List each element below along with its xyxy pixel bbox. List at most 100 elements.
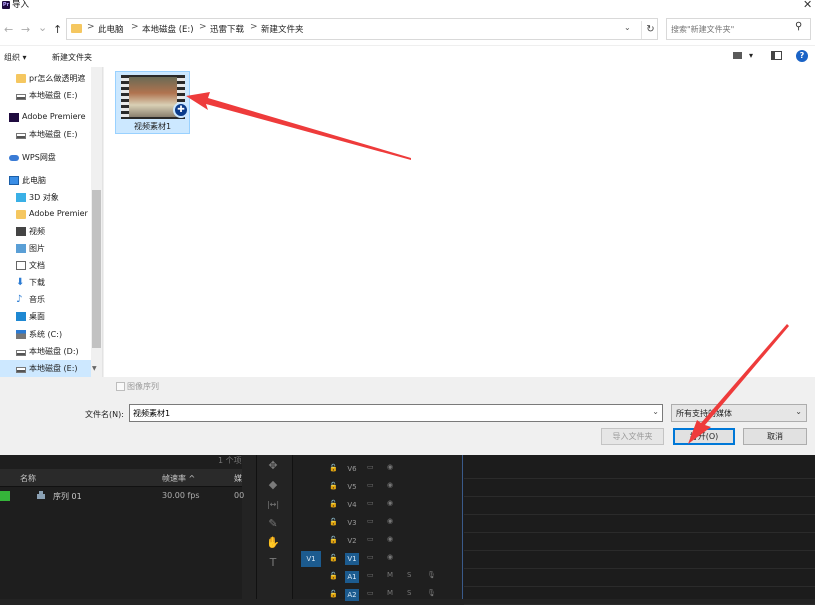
breadcrumb-new-folder[interactable]: 新建文件夹 (261, 23, 304, 35)
mute-icon[interactable]: M (387, 589, 393, 597)
scroll-down-icon[interactable]: ▼ (92, 365, 97, 372)
sidebar-item[interactable]: 3D 对象 (0, 189, 92, 206)
file-type-select[interactable]: 所有支持的媒体 ⌄ (671, 404, 807, 422)
filename-input[interactable] (133, 407, 643, 419)
sidebar-item[interactable]: 本地磁盘 (E:) (0, 87, 92, 104)
sidebar-item[interactable]: 本地磁盘 (E:) (0, 126, 92, 143)
up-arrow-icon[interactable]: ↑ (53, 23, 62, 36)
sync-lock-icon[interactable]: ▭ (367, 571, 374, 579)
source-patch-v1[interactable]: V1 (301, 551, 321, 567)
sidebar-item[interactable]: Adobe Premier (0, 206, 92, 223)
project-row[interactable]: 序列 01 30.00 fps 00 (0, 488, 244, 504)
view-options-icon[interactable] (733, 52, 742, 59)
sync-lock-icon[interactable]: ▭ (367, 499, 374, 507)
solo-icon[interactable]: S (407, 589, 411, 597)
sidebar-item[interactable]: 文档 (0, 257, 92, 274)
sidebar-item[interactable]: 图片 (0, 240, 92, 257)
column-media[interactable]: 媒 (234, 473, 242, 484)
pen-tool-icon[interactable]: ✎ (266, 518, 280, 530)
track-header[interactable]: 🔓 A1 ▭ M S 🎙 (293, 568, 463, 586)
sync-lock-icon[interactable]: ▭ (367, 535, 374, 543)
ripple-edit-tool-icon[interactable]: ◆ (266, 479, 280, 491)
preview-pane-icon[interactable] (771, 51, 782, 60)
search-icon[interactable]: ⚲ (795, 21, 802, 32)
eye-icon[interactable]: ◉ (387, 499, 393, 507)
cancel-button[interactable]: 取消 (743, 428, 807, 445)
sidebar-item[interactable]: Adobe Premiere (0, 109, 92, 126)
track-name[interactable]: V3 (345, 517, 359, 529)
sync-lock-icon[interactable]: ▭ (367, 463, 374, 471)
sidebar-item[interactable]: 本地磁盘 (D:) (0, 343, 92, 360)
track-name[interactable]: V6 (345, 463, 359, 475)
close-icon[interactable]: ✕ (803, 0, 812, 11)
sync-lock-icon[interactable]: ▭ (367, 517, 374, 525)
eye-icon[interactable]: ◉ (387, 481, 393, 489)
track-header[interactable]: 🔓 V6 ▭ ◉ (293, 460, 463, 478)
image-sequence-checkbox[interactable] (116, 382, 125, 391)
recent-locations-icon[interactable]: ⌄ (38, 21, 47, 34)
sidebar-item[interactable]: 系统 (C:) (0, 326, 92, 343)
lock-icon[interactable]: 🔓 (329, 464, 338, 472)
lock-icon[interactable]: 🔓 (329, 554, 338, 562)
chevron-down-icon[interactable]: ⌄ (652, 407, 659, 416)
search-box[interactable]: ⚲ (666, 18, 811, 40)
scrollbar-thumb[interactable] (92, 190, 101, 348)
track-name[interactable]: V5 (345, 481, 359, 493)
track-name[interactable]: A2 (345, 589, 359, 601)
mute-icon[interactable]: M (387, 571, 393, 579)
lock-icon[interactable]: 🔓 (329, 500, 338, 508)
eye-icon[interactable]: ◉ (387, 517, 393, 525)
lock-icon[interactable]: 🔓 (329, 482, 338, 490)
lock-icon[interactable]: 🔓 (329, 590, 338, 598)
track-header[interactable]: 🔓 A2 ▭ M S 🎙 (293, 586, 463, 604)
track-name[interactable]: V4 (345, 499, 359, 511)
back-arrow-icon[interactable]: ← (4, 23, 13, 36)
hand-tool-icon[interactable]: ✋ (266, 537, 280, 549)
file-item-video[interactable]: ✚ 视频素材1 (115, 71, 190, 134)
sidebar-scrollbar[interactable]: ▼ (91, 67, 102, 377)
address-bar[interactable]: > 此电脑 > 本地磁盘 (E:) > 迅雷下载 > 新建文件夹 ⌄ ↻ (66, 18, 658, 40)
slip-tool-icon[interactable]: |↔| (266, 499, 280, 511)
type-tool-icon[interactable]: T (266, 557, 280, 569)
refresh-icon[interactable]: ↻ (641, 21, 659, 39)
sidebar-item[interactable]: 桌面 (0, 308, 92, 325)
search-input[interactable] (671, 22, 791, 36)
sidebar-item[interactable]: ♪ 音乐 (0, 291, 92, 308)
timeline-track-area[interactable] (462, 455, 815, 599)
breadcrumb-drive-e[interactable]: 本地磁盘 (E:) (142, 23, 194, 35)
sidebar-item[interactable]: WPS网盘 (0, 149, 92, 166)
eye-icon[interactable]: ◉ (387, 553, 393, 561)
sidebar-item[interactable]: ⬇ 下载 (0, 274, 92, 291)
chevron-down-icon[interactable]: ⌄ (795, 407, 802, 416)
track-header[interactable]: 🔓 V4 ▭ ◉ (293, 496, 463, 514)
track-header[interactable]: 🔓 V5 ▭ ◉ (293, 478, 463, 496)
help-icon[interactable]: ? (796, 50, 808, 62)
new-folder-button[interactable]: 新建文件夹 (52, 52, 92, 63)
sidebar-item[interactable]: pr怎么做透明遮 (0, 70, 92, 87)
open-button[interactable]: 打开(O) (673, 428, 735, 445)
sidebar-item[interactable]: 本地磁盘 (E:) (0, 360, 92, 377)
track-name[interactable]: V1 (345, 553, 359, 565)
breadcrumb-this-pc[interactable]: 此电脑 (98, 23, 124, 35)
eye-icon[interactable]: ◉ (387, 535, 393, 543)
lock-icon[interactable]: 🔓 (329, 572, 338, 580)
sync-lock-icon[interactable]: ▭ (367, 553, 374, 561)
chevron-down-icon[interactable]: ⌄ (624, 23, 631, 32)
sync-lock-icon[interactable]: ▭ (367, 589, 374, 597)
breadcrumb-thunder-downloads[interactable]: 迅雷下载 (210, 23, 244, 35)
file-list-area[interactable] (104, 67, 815, 377)
forward-arrow-icon[interactable]: → (21, 23, 30, 36)
solo-icon[interactable]: S (407, 571, 411, 579)
track-header[interactable]: 🔓 V3 ▭ ◉ (293, 514, 463, 532)
organize-menu[interactable]: 组织 ▾ (4, 52, 27, 63)
eye-icon[interactable]: ◉ (387, 463, 393, 471)
track-name[interactable]: A1 (345, 571, 359, 583)
sync-lock-icon[interactable]: ▭ (367, 481, 374, 489)
import-folder-button[interactable]: 导入文件夹 (601, 428, 664, 445)
sidebar-item[interactable]: 此电脑 (0, 172, 92, 189)
track-name[interactable]: V2 (345, 535, 359, 547)
column-frame-rate[interactable]: 帧速率 ^ (162, 473, 195, 484)
lock-icon[interactable]: 🔓 (329, 518, 338, 526)
sidebar-item[interactable]: 视频 (0, 223, 92, 240)
column-name[interactable]: 名称 (20, 473, 36, 484)
